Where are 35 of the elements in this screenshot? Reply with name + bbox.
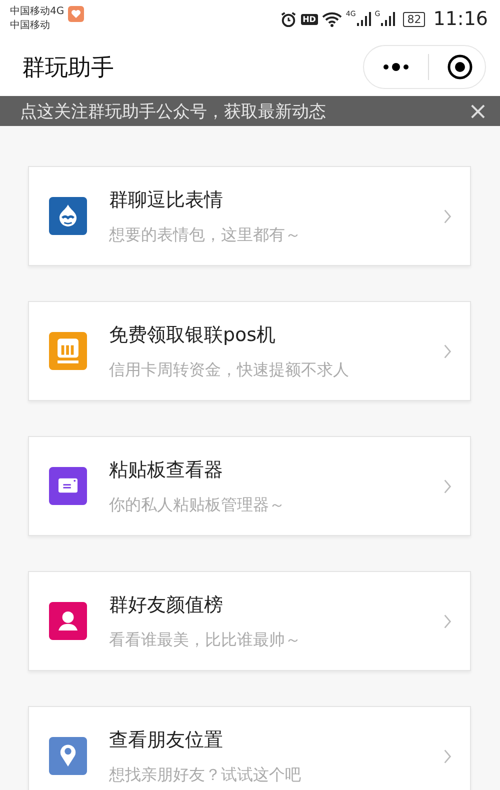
feature-card[interactable]: 群好友颜值榜 看看谁最美，比比谁最帅～ xyxy=(28,571,471,671)
card-title: 群聊逗比表情 xyxy=(109,188,224,212)
signal-icon xyxy=(381,12,396,26)
chevron-icon xyxy=(443,478,452,494)
feature-card[interactable]: 群聊逗比表情 想要的表情包，这里都有～ xyxy=(28,166,471,266)
card-title: 查看朋友位置 xyxy=(109,728,224,752)
feature-card[interactable]: 粘贴板查看器 你的私人粘贴板管理器～ xyxy=(28,436,471,536)
signal-icon xyxy=(356,12,371,26)
banner-text: 点这关注群玩助手公众号，获取最新动态 xyxy=(20,100,326,122)
more-icon[interactable] xyxy=(382,62,410,72)
notice-banner[interactable]: 点这关注群玩助手公众号，获取最新动态 × xyxy=(0,96,500,126)
feature-card[interactable]: 免费领取银联pos机 信用卡周转资金，快速提额不求人 xyxy=(28,301,471,401)
card-title: 粘贴板查看器 xyxy=(109,458,224,482)
target-icon[interactable] xyxy=(447,54,473,80)
close-button[interactable]: × xyxy=(468,99,488,123)
card-subtitle: 信用卡周转资金，快速提额不求人 xyxy=(109,360,350,380)
card-subtitle: 你的私人粘贴板管理器～ xyxy=(109,494,286,516)
page-title: 群玩助手 xyxy=(22,54,114,82)
card-subtitle: 看看谁最美，比比谁最帅～ xyxy=(109,630,302,650)
card-subtitle: 想要的表情包，这里都有～ xyxy=(109,224,302,246)
chevron-icon xyxy=(443,614,452,628)
chevron-icon xyxy=(443,208,452,224)
carrier-name: 中国移动 xyxy=(10,19,51,33)
alarm-clock-icon xyxy=(280,10,297,28)
card-subtitle: 想找亲朋好友？试试这个吧 xyxy=(109,764,302,786)
feature-card[interactable]: 查看朋友位置 想找亲朋好友？试试这个吧 xyxy=(28,706,471,790)
battery-level: 82 xyxy=(403,12,426,26)
chevron-icon xyxy=(443,748,452,764)
clock-time: 11:16 xyxy=(433,8,488,30)
hd-badge: HD xyxy=(300,14,318,24)
chevron-icon xyxy=(443,344,452,358)
wifi-icon xyxy=(322,11,342,27)
card-title: 群好友颜值榜 xyxy=(109,592,224,618)
card-title: 免费领取银联pos机 xyxy=(109,322,277,348)
carrier-name: 中国移动4G xyxy=(10,5,64,19)
